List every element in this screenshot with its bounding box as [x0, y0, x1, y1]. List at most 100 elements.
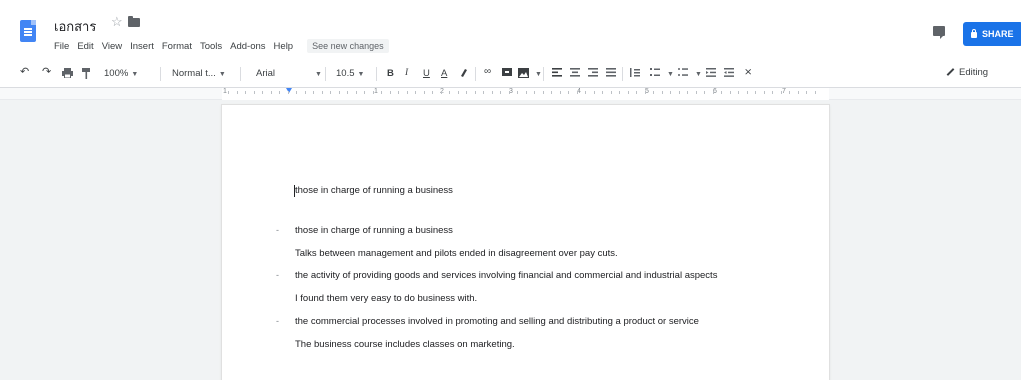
ruler-tick [321, 91, 323, 94]
star-icon[interactable]: ☆ [111, 14, 123, 30]
ruler-tick [593, 91, 595, 94]
paragraph[interactable]: Talks between management and pilots ende… [295, 248, 618, 259]
ruler-tick [789, 91, 790, 94]
decrease-indent-icon[interactable] [706, 68, 716, 80]
ruler-tick [517, 91, 518, 94]
ruler-tick [338, 91, 340, 94]
ruler-tick [406, 91, 408, 94]
align-left-icon[interactable] [552, 68, 562, 80]
chevron-down-icon[interactable]: ▼ [667, 71, 674, 78]
menu-edit[interactable]: Edit [77, 41, 93, 52]
ruler-tick [262, 91, 263, 94]
link-icon[interactable]: ∞ [484, 66, 491, 77]
formatting-toolbar: ↶ ↷ 100% ▼ Normal t... ▼ Arial ▼ 10.5 ▼ B I… [0, 60, 1021, 88]
ruler-tick [636, 91, 637, 94]
ruler-tick [525, 91, 527, 94]
ruler-number: 1 [374, 88, 378, 95]
paint-format-icon[interactable] [82, 68, 91, 82]
ruler-tick [644, 91, 646, 94]
ruler-tick [551, 91, 552, 94]
ruler-tick [347, 91, 348, 94]
undo-icon[interactable]: ↶ [20, 65, 29, 78]
docs-logo-icon[interactable] [20, 20, 36, 42]
zoom-value: 100% [104, 68, 129, 79]
pencil-icon [946, 68, 955, 76]
list-item[interactable]: those in charge of running a business [295, 225, 453, 236]
line-spacing-icon[interactable] [630, 68, 640, 80]
ruler-tick [619, 91, 620, 94]
style-value: Normal t... [172, 68, 216, 79]
share-button[interactable]: SHARE [963, 22, 1021, 46]
ruler-tick [653, 91, 654, 94]
font-select-caret[interactable]: ▼ [312, 68, 322, 79]
ruler-tick [245, 91, 246, 94]
ruler-tick [389, 91, 391, 94]
ruler-tick [500, 91, 501, 94]
list-item[interactable]: the activity of providing goods and serv… [295, 270, 717, 281]
chevron-down-icon: ▼ [218, 71, 226, 78]
bulleted-list-icon[interactable] [678, 68, 688, 80]
ruler-tick [236, 91, 238, 94]
menu-format[interactable]: Format [162, 41, 192, 52]
document-page[interactable]: those in charge of running a business - … [222, 105, 829, 380]
menu-file[interactable]: File [54, 41, 69, 52]
menu-bar: File Edit View Insert Format Tools Add-o… [54, 38, 389, 54]
list-item[interactable]: the commercial processes involved in pro… [295, 316, 699, 327]
chevron-down-icon[interactable]: ▼ [695, 71, 702, 78]
zoom-select[interactable]: 100% ▼ [104, 68, 138, 79]
chevron-down-icon: ▼ [357, 71, 365, 78]
paragraph[interactable]: I found them very easy to do business wi… [295, 293, 477, 304]
redo-icon[interactable]: ↷ [42, 65, 51, 78]
comment-add-icon[interactable] [502, 68, 512, 81]
ruler-tick [755, 91, 756, 94]
print-icon[interactable] [62, 68, 73, 81]
underline-button[interactable]: U [423, 68, 430, 79]
menu-insert[interactable]: Insert [130, 41, 154, 52]
folder-icon[interactable] [128, 16, 140, 27]
text-color-button[interactable]: A [441, 68, 447, 79]
increase-indent-icon[interactable] [724, 68, 734, 80]
menu-addons[interactable]: Add-ons [230, 41, 265, 52]
image-icon[interactable] [518, 68, 529, 81]
bold-button[interactable]: B [387, 68, 394, 79]
ruler-tick [449, 91, 450, 94]
paragraph[interactable]: those in charge of running a business [295, 185, 453, 196]
menu-help[interactable]: Help [274, 41, 294, 52]
ruler-tick [381, 91, 382, 94]
numbered-list-icon[interactable] [650, 68, 660, 80]
chevron-down-icon[interactable]: ▼ [535, 71, 542, 78]
ruler-track[interactable]: 1 1 2 3 4 5 6 7 [222, 88, 829, 100]
ruler-tick [432, 91, 433, 94]
ruler-tick [508, 91, 510, 94]
see-new-changes-link[interactable]: See new changes [307, 39, 389, 53]
style-select[interactable]: Normal t... ▼ [172, 68, 226, 79]
clear-formatting-icon[interactable]: ⨯ [744, 67, 752, 78]
ruler-tick [330, 91, 331, 94]
font-select[interactable]: Arial [256, 68, 275, 79]
bullet-marker: - [276, 316, 279, 326]
ruler-tick [721, 91, 722, 94]
comments-icon[interactable] [933, 26, 945, 39]
ruler-tick [763, 91, 765, 94]
ruler-tick [253, 91, 255, 94]
align-right-icon[interactable] [588, 68, 598, 80]
ruler-tick [687, 91, 688, 94]
italic-button[interactable]: I [405, 68, 408, 78]
menu-tools[interactable]: Tools [200, 41, 222, 52]
ruler-tick [746, 91, 748, 94]
ruler-tick [738, 91, 739, 94]
ruler-tick [228, 91, 229, 94]
align-justify-icon[interactable] [606, 68, 616, 80]
toolbar-divider [240, 67, 241, 81]
document-title[interactable]: เอกสาร [54, 16, 96, 37]
highlight-icon[interactable] [459, 68, 468, 81]
ruler-tick [355, 91, 357, 94]
paragraph[interactable]: The business course includes classes on … [295, 339, 515, 350]
ruler-tick [559, 91, 561, 94]
ruler-tick [576, 91, 578, 94]
menu-view[interactable]: View [102, 41, 122, 52]
font-size-select[interactable]: 10.5 ▼ [336, 68, 364, 79]
align-center-icon[interactable] [570, 68, 580, 80]
editing-mode-button[interactable]: Editing [946, 67, 988, 78]
font-value: Arial [256, 68, 276, 79]
